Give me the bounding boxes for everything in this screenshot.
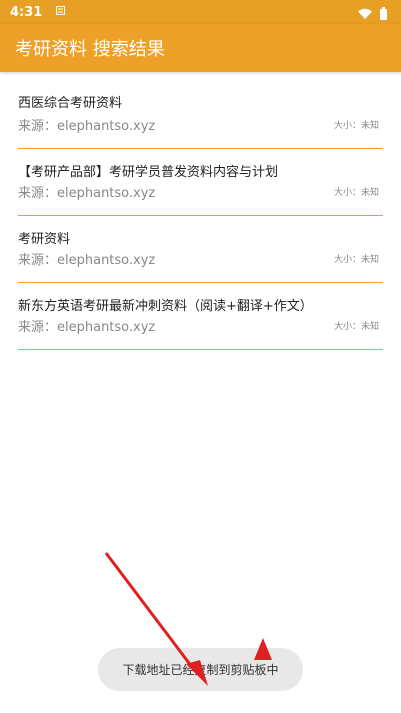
item-size: 大小：未知 (333, 188, 379, 198)
item-size: 大小：未知 (333, 121, 379, 131)
item-source: 来源：elephantso.xyz (18, 186, 156, 201)
status-time: 4:31 (10, 4, 43, 20)
page-title: 考研资料 搜索结果 (15, 39, 165, 60)
list-item[interactable]: 西医综合考研资料 来源：elephantso.xyz 大小：未知 (18, 78, 383, 149)
item-title: 考研资料 (18, 232, 71, 247)
wifi-icon (358, 5, 372, 24)
battery-icon (380, 5, 387, 24)
item-size: 大小：未知 (333, 322, 379, 332)
item-title: 【考研产品部】考研学员普发资料内容与计划 (18, 165, 279, 180)
item-source: 来源：elephantso.xyz (18, 119, 156, 134)
notification-box-icon (56, 6, 66, 18)
toast-text: 下载地址已经复制到剪贴板中 (122, 663, 279, 677)
list-item[interactable]: 考研资料 来源：elephantso.xyz 大小：未知 (18, 216, 383, 283)
item-size: 大小：未知 (333, 255, 379, 265)
item-source: 来源：elephantso.xyz (18, 253, 156, 268)
item-source: 来源：elephantso.xyz (18, 320, 156, 335)
search-results-list: 西医综合考研资料 来源：elephantso.xyz 大小：未知 【考研产品部】… (18, 78, 383, 350)
toast-message: 下载地址已经复制到剪贴板中 (98, 648, 303, 691)
app-bar: 考研资料 搜索结果 (0, 24, 401, 72)
screen: 4:31 考研资料 搜索结果 西医综合考研资料 来源：elephantso.xy… (0, 0, 401, 713)
item-title: 新东方英语考研最新冲刺资料（阅读+翻译+作文） (18, 299, 313, 314)
item-title: 西医综合考研资料 (18, 96, 123, 111)
status-bar: 4:31 (0, 0, 401, 24)
list-item[interactable]: 新东方英语考研最新冲刺资料（阅读+翻译+作文） 来源：elephantso.xy… (18, 283, 383, 350)
list-item[interactable]: 【考研产品部】考研学员普发资料内容与计划 来源：elephantso.xyz 大… (18, 149, 383, 216)
